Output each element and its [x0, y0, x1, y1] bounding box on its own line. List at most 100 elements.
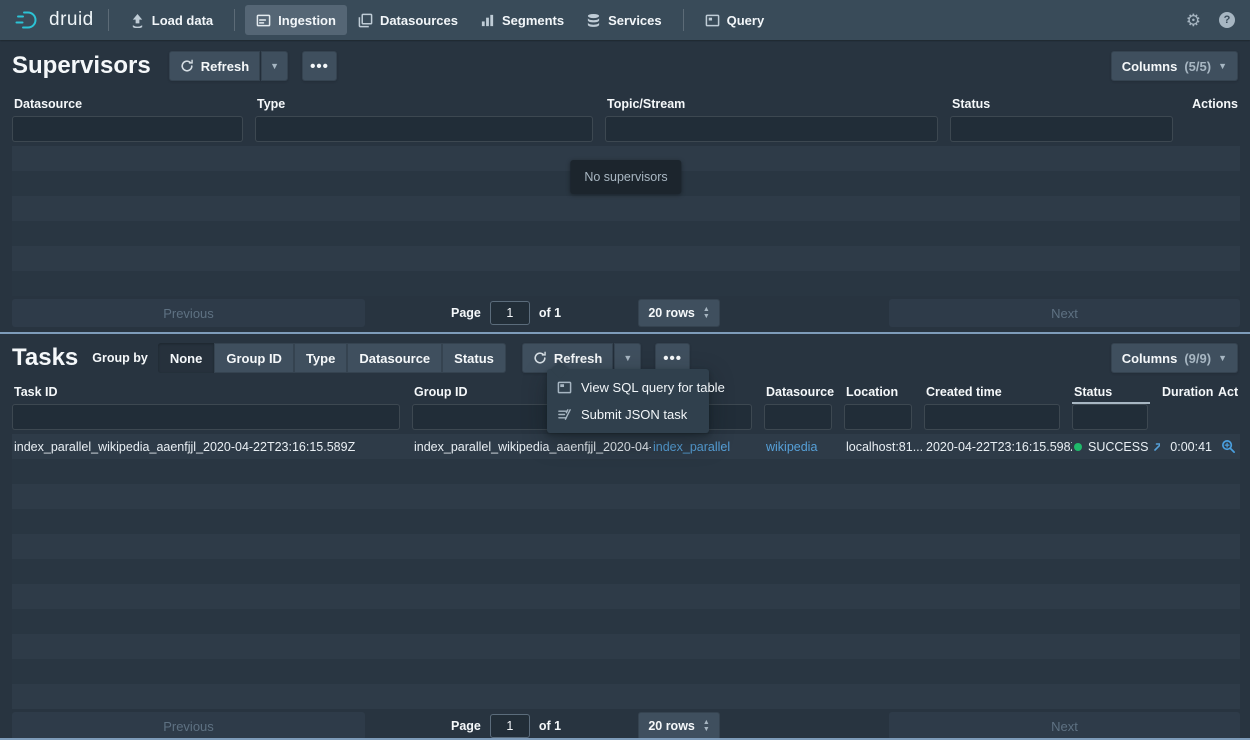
- menu-item-submit-json-task[interactable]: Submit JSON task: [547, 401, 709, 428]
- rows-per-page-select[interactable]: 20 rows ▲▼: [638, 299, 720, 327]
- tasks-columns-button[interactable]: Columns (9/9) ▼: [1111, 343, 1238, 373]
- refresh-icon: [533, 351, 547, 365]
- nav-item-load-data[interactable]: Load data: [119, 5, 224, 35]
- supervisors-table: Datasource Type Topic/Stream Status Acti…: [12, 90, 1240, 327]
- logo-text: druid: [49, 9, 94, 31]
- nav-item-services[interactable]: Services: [575, 5, 673, 35]
- nav-item-label: Query: [727, 13, 765, 28]
- double-caret-icon: ▲▼: [703, 720, 710, 732]
- empty-row: [12, 221, 1240, 246]
- help-icon[interactable]: ?: [1219, 12, 1235, 28]
- column-header-task-id[interactable]: Task ID: [12, 378, 412, 404]
- supervisor-filter-topic-stream-input[interactable]: [605, 116, 938, 142]
- duration-cell: 0:00:41: [1160, 434, 1216, 459]
- druid-logo-icon: [15, 7, 41, 33]
- magnifier-icon[interactable]: [1216, 434, 1240, 459]
- datasource-link[interactable]: wikipedia: [764, 434, 844, 459]
- rows-per-page-select[interactable]: 20 rows ▲▼: [638, 712, 720, 740]
- previous-page-button[interactable]: Previous: [12, 299, 365, 327]
- success-status-dot: [1074, 443, 1082, 451]
- column-header-status-sorted[interactable]: Status: [1072, 378, 1160, 404]
- nav-item-label: Ingestion: [278, 13, 336, 28]
- no-supervisors-message: No supervisors: [570, 160, 681, 194]
- page-number-input[interactable]: [490, 301, 530, 325]
- empty-row: [12, 584, 1240, 609]
- nav-item-ingestion[interactable]: Ingestion: [245, 5, 347, 35]
- layers-icon: [358, 13, 373, 28]
- group-by-type-button[interactable]: Type: [294, 343, 347, 373]
- empty-row: [12, 271, 1240, 296]
- tasks-pagination: Previous Page of 1 20 rows ▲▼ Next: [12, 712, 1240, 740]
- column-header-actions[interactable]: Act: [1216, 378, 1240, 404]
- empty-row: [12, 196, 1240, 221]
- console-icon: [705, 13, 720, 28]
- druid-logo[interactable]: druid: [15, 7, 94, 33]
- task-filter-created-time-input[interactable]: [924, 404, 1060, 430]
- column-header-created-time[interactable]: Created time: [924, 378, 1072, 404]
- supervisors-columns-button[interactable]: Columns (5/5) ▼: [1111, 51, 1238, 81]
- empty-row: [12, 509, 1240, 534]
- section-divider: [0, 332, 1250, 334]
- nav-item-label: Datasources: [380, 13, 458, 28]
- supervisors-refresh-dropdown-button[interactable]: ▼: [261, 51, 288, 81]
- supervisors-refresh-button[interactable]: Refresh: [169, 51, 260, 81]
- group-id-cell: index_parallel_wikipedia_aaenfjjl_2020-0…: [412, 434, 651, 459]
- group-by-status-button[interactable]: Status: [442, 343, 506, 373]
- task-row: index_parallel_wikipedia_aaenfjjl_2020-0…: [12, 434, 1240, 459]
- column-header-topic-stream[interactable]: Topic/Stream: [605, 90, 950, 116]
- status-text: SUCCESS: [1088, 440, 1148, 454]
- group-by-none-button[interactable]: None: [158, 343, 215, 373]
- group-by-group-id-button[interactable]: Group ID: [214, 343, 294, 373]
- empty-row: [12, 559, 1240, 584]
- supervisor-filter-status-input[interactable]: [950, 116, 1173, 142]
- nav-item-query[interactable]: Query: [694, 5, 776, 35]
- empty-row: [12, 634, 1240, 659]
- supervisor-filter-type-input[interactable]: [255, 116, 593, 142]
- column-header-status[interactable]: Status: [950, 90, 1185, 116]
- empty-row: [12, 609, 1240, 634]
- nav-item-label: Load data: [152, 13, 213, 28]
- chevron-down-icon: ▼: [623, 353, 632, 363]
- settings-gear-icon[interactable]: ⚙: [1186, 12, 1201, 29]
- page-number-input[interactable]: [490, 714, 530, 738]
- column-header-type[interactable]: Type: [255, 90, 605, 116]
- group-by-datasource-button[interactable]: Datasource: [347, 343, 442, 373]
- next-page-button[interactable]: Next: [889, 299, 1240, 327]
- double-caret-icon: ▲▼: [703, 307, 710, 319]
- column-header-datasource[interactable]: Datasource: [12, 90, 255, 116]
- status-cell: SUCCESS: [1072, 434, 1160, 459]
- nav-divider: [234, 9, 235, 31]
- empty-row: [12, 534, 1240, 559]
- refresh-icon: [180, 59, 194, 73]
- type-link[interactable]: index_parallel: [651, 434, 764, 459]
- nav-item-datasources[interactable]: Datasources: [347, 5, 469, 35]
- task-filter-location-input[interactable]: [844, 404, 912, 430]
- page-of-label: of 1: [539, 306, 561, 320]
- task-id-cell: index_parallel_wikipedia_aaenfjjl_2020-0…: [12, 434, 412, 459]
- nav-item-segments[interactable]: Segments: [469, 5, 575, 35]
- task-filter-task-id-input[interactable]: [12, 404, 400, 430]
- empty-row: [12, 659, 1240, 684]
- supervisors-rows: No supervisors: [12, 146, 1240, 296]
- nav-item-label: Segments: [502, 13, 564, 28]
- previous-page-button[interactable]: Previous: [12, 712, 365, 740]
- next-page-button[interactable]: Next: [889, 712, 1240, 740]
- supervisors-more-button[interactable]: •••: [302, 51, 337, 81]
- task-filter-status-input[interactable]: [1072, 404, 1148, 430]
- column-header-actions[interactable]: Actions: [1185, 90, 1240, 116]
- nav-divider: [683, 9, 684, 31]
- location-cell: localhost:81...: [844, 434, 924, 459]
- supervisor-filter-datasource-input[interactable]: [12, 116, 243, 142]
- chevron-down-icon: ▼: [1218, 61, 1227, 71]
- task-filter-datasource-input[interactable]: [764, 404, 832, 430]
- column-header-duration[interactable]: Duration: [1160, 378, 1216, 404]
- database-icon: [586, 13, 601, 28]
- column-header-datasource[interactable]: Datasource: [764, 378, 844, 404]
- empty-row: [12, 246, 1240, 271]
- menu-item-view-sql[interactable]: View SQL query for table: [547, 374, 709, 401]
- supervisors-header: Supervisors Refresh ▼ ••• Columns (5/5) …: [0, 42, 1250, 90]
- chevron-down-icon: ▼: [1218, 353, 1227, 363]
- column-header-location[interactable]: Location: [844, 378, 924, 404]
- bar-chart-icon: [480, 13, 495, 28]
- page-label: Page: [451, 306, 481, 320]
